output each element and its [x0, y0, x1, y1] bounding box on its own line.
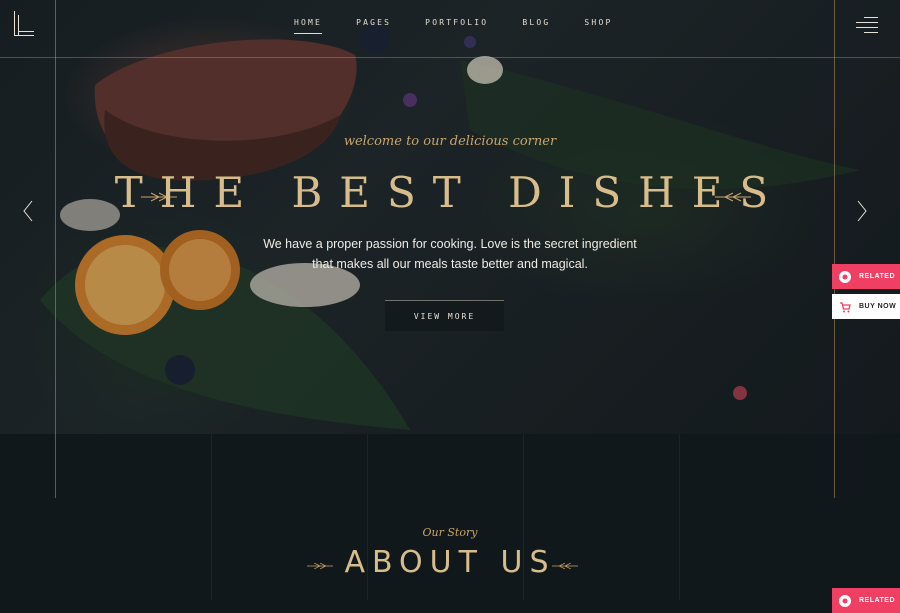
related-label-2: RELATED [859, 597, 896, 604]
nav-item-pages[interactable]: PAGES [356, 18, 391, 34]
related-label: RELATED [859, 273, 896, 280]
arrow-right-icon[interactable] [856, 200, 868, 222]
hero-title: THE BEST DISHES [114, 168, 786, 217]
hero-subtitle-line1: We have a proper passion for cooking. Lo… [263, 237, 637, 251]
divider-ornament-right [552, 562, 578, 570]
buy-now-label: BUY NOW [859, 303, 897, 310]
related-button[interactable]: RELATED [832, 264, 900, 289]
divider-ornament-right [715, 192, 751, 202]
hero-subtitle-line2: that makes all our meals taste better an… [312, 257, 588, 271]
cart-icon [839, 301, 851, 313]
hero-overlay [0, 0, 900, 434]
arrow-left-icon[interactable] [22, 200, 34, 222]
nav-item-blog[interactable]: BLOG [522, 18, 550, 34]
hero-slider [0, 0, 900, 434]
header-divider [0, 57, 900, 58]
related-button-2[interactable]: RELATED [832, 588, 900, 613]
hero-subtitle: We have a proper passion for cooking. Lo… [240, 234, 660, 274]
hero-tagline: welcome to our delicious corner [343, 134, 557, 149]
view-more-button[interactable]: VIEW MORE [385, 300, 504, 331]
nav-item-portfolio[interactable]: PORTFOLIO [425, 18, 488, 34]
site-logo[interactable] [12, 11, 36, 37]
about-kicker: Our Story [422, 526, 478, 539]
about-title: ABOUT US [344, 545, 556, 580]
left-guide-line [55, 0, 56, 498]
buy-now-button[interactable]: BUY NOW [832, 294, 900, 319]
nav-item-home[interactable]: HOME [294, 18, 323, 34]
hamburger-menu-icon[interactable] [856, 15, 878, 33]
related-icon [839, 270, 851, 283]
main-navigation: HOME PAGES PORTFOLIO BLOG SHOP [294, 18, 646, 34]
nav-item-shop[interactable]: SHOP [584, 18, 612, 34]
related-icon [839, 594, 851, 607]
right-guide-line [834, 0, 835, 498]
